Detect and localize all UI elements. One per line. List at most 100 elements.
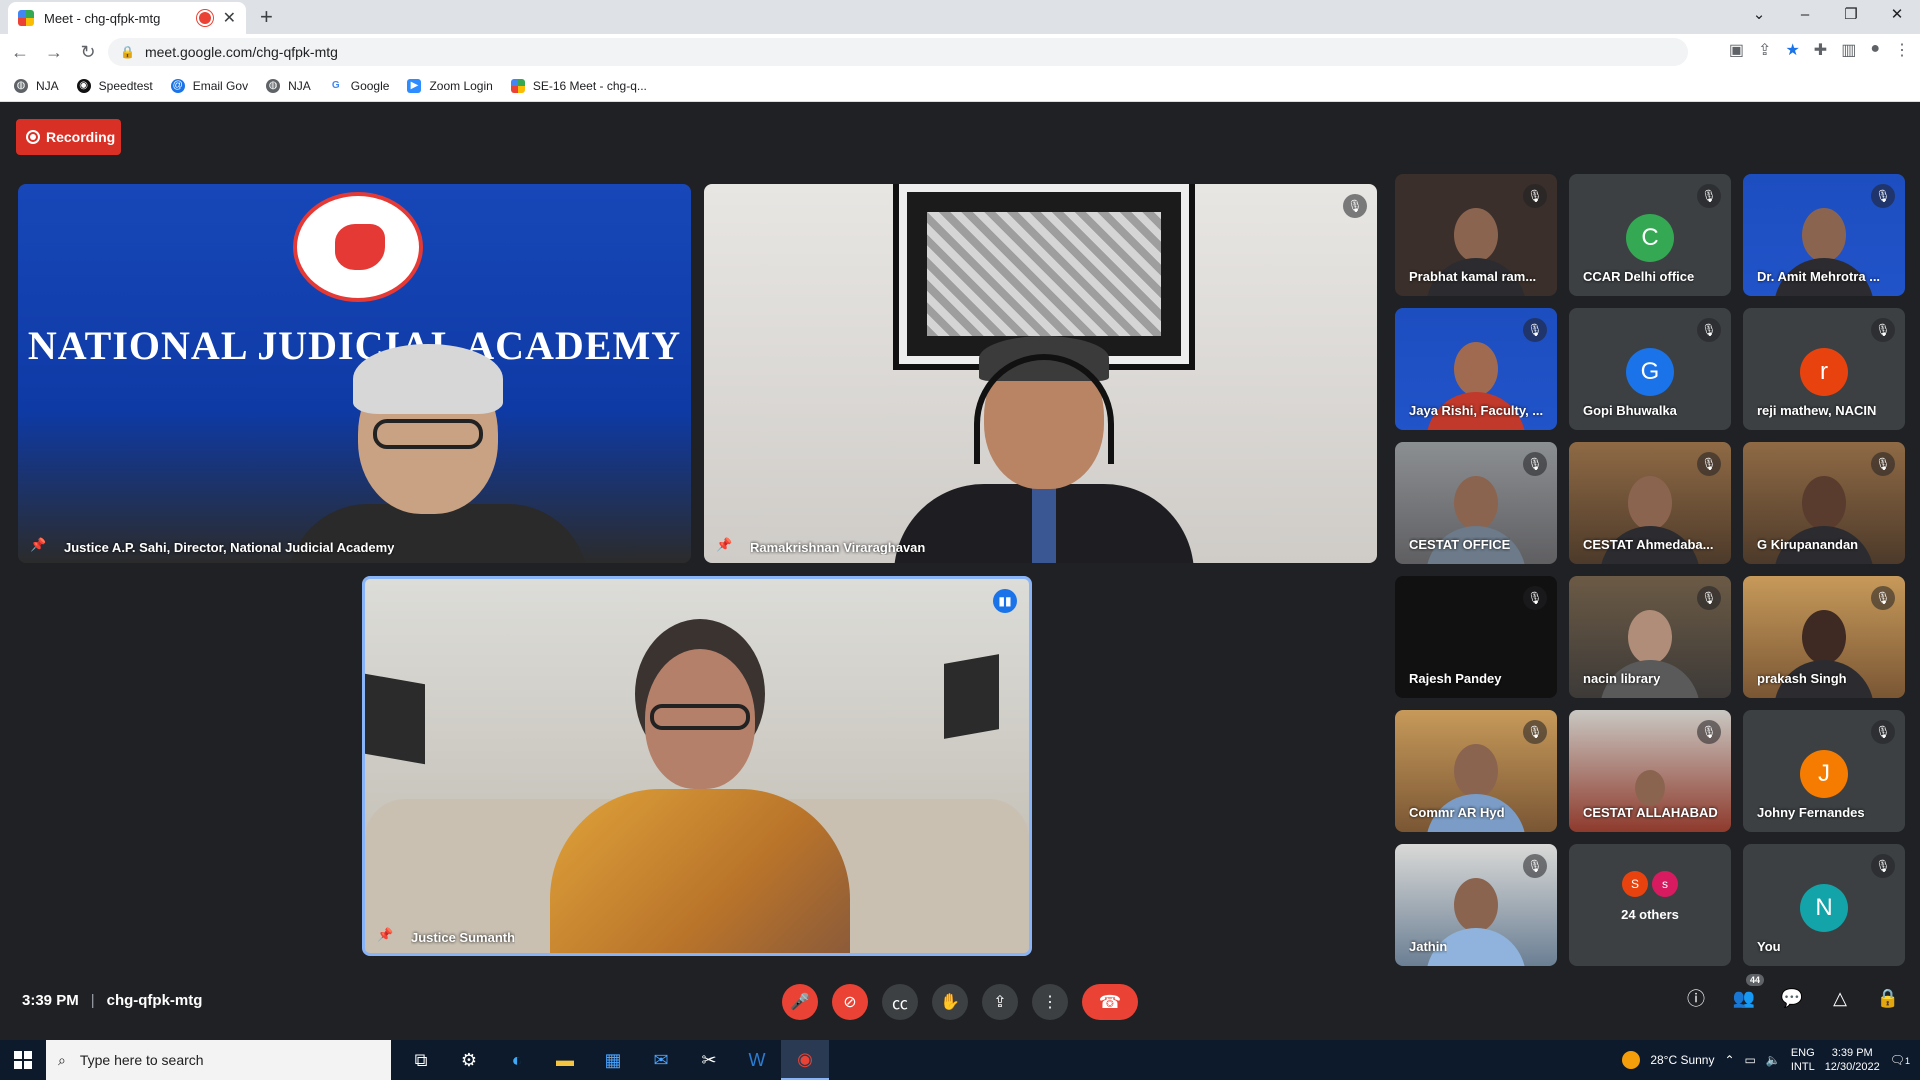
bookmark-speedtest[interactable]: ◉ Speedtest xyxy=(76,78,153,93)
task-view-icon[interactable]: ⧉ xyxy=(397,1040,445,1080)
participant-tile-small[interactable]: 🎙 Rajesh Pandey xyxy=(1395,576,1557,698)
participant-tile-small[interactable]: 🎙 CESTAT OFFICE xyxy=(1395,442,1557,564)
weather-text[interactable]: 28°C Sunny xyxy=(1650,1053,1714,1067)
lock-icon[interactable]: 🔒 xyxy=(120,45,135,59)
chrome-icon[interactable]: ◉ xyxy=(781,1040,829,1080)
participant-tile-small[interactable]: 🎙 prakash Singh xyxy=(1743,576,1905,698)
participant-tile-small[interactable]: C 🎙 CCAR Delhi office xyxy=(1569,174,1731,296)
self-tile[interactable]: N 🎙 You xyxy=(1743,844,1905,966)
participant-tile-small[interactable]: 🎙 G Kirupanandan xyxy=(1743,442,1905,564)
side-panel-icon[interactable]: ▥ xyxy=(1841,40,1856,60)
participant-tile-small[interactable]: 🎙 Dr. Amit Mehrotra ... xyxy=(1743,174,1905,296)
captions-button[interactable]: ㏄ xyxy=(882,984,918,1020)
participant-name: Dr. Amit Mehrotra ... xyxy=(1757,269,1881,284)
record-icon xyxy=(26,130,40,144)
share-icon[interactable]: ⇪ xyxy=(1758,40,1771,60)
participant-video xyxy=(288,334,588,563)
language-code: ENG xyxy=(1790,1047,1815,1059)
mail-icon[interactable]: ✉ xyxy=(637,1040,685,1080)
activities-icon[interactable]: △ xyxy=(1828,986,1852,1010)
bookmark-se16-meet[interactable]: SE-16 Meet - chg-q... xyxy=(510,78,647,93)
store-icon[interactable]: ▦ xyxy=(589,1040,637,1080)
others-count: 24 others xyxy=(1621,906,1679,922)
mic-off-icon: 🎙 xyxy=(1871,452,1895,476)
present-button[interactable]: ⇪ xyxy=(982,984,1018,1020)
word-icon[interactable]: W xyxy=(733,1040,781,1080)
pin-icon[interactable]: 📌 xyxy=(377,927,393,943)
participant-tile-small[interactable]: 🎙 CESTAT Ahmedaba... xyxy=(1569,442,1731,564)
participant-tile-small[interactable]: 🎙 Prabhat kamal ram... xyxy=(1395,174,1557,296)
taskbar-clock[interactable]: 3:39 PM 12/30/2022 xyxy=(1825,1046,1880,1074)
close-tab-icon[interactable]: ✕ xyxy=(223,8,236,28)
restore-button[interactable]: ❐ xyxy=(1828,0,1874,30)
participant-tile-small[interactable]: 🎙 Commr AR Hyd xyxy=(1395,710,1557,832)
camera-in-use-icon[interactable]: ▣ xyxy=(1729,40,1744,60)
mic-toggle-button[interactable]: 🎤 xyxy=(782,984,818,1020)
participant-name: nacin library xyxy=(1583,671,1661,686)
others-tile[interactable]: S s 24 others xyxy=(1569,844,1731,966)
chat-icon[interactable]: 💬 xyxy=(1780,986,1804,1010)
weather-icon[interactable] xyxy=(1622,1051,1641,1069)
bookmark-nja[interactable]: ◍ NJA xyxy=(14,78,59,93)
pin-icon[interactable]: 📌 xyxy=(716,537,732,553)
mic-off-icon: 🎙 xyxy=(1871,854,1895,878)
menu-icon[interactable]: ⋮ xyxy=(1894,40,1910,60)
speaker-icon[interactable]: 🔈 xyxy=(1766,1053,1781,1067)
back-icon[interactable]: ← xyxy=(6,42,34,63)
chevron-up-icon[interactable]: ⌃ xyxy=(1724,1053,1734,1067)
participant-tile-ramakrishnan[interactable]: 🎙 📌 Ramakrishnan Viraraghavan xyxy=(704,184,1377,563)
close-window-button[interactable]: ✕ xyxy=(1874,0,1920,30)
participant-tile-small[interactable]: 🎙 nacin library xyxy=(1569,576,1731,698)
start-button[interactable] xyxy=(0,1040,46,1080)
camera-toggle-button[interactable]: ⊘ xyxy=(832,984,868,1020)
url-input[interactable]: 🔒 meet.google.com/chg-qfpk-mtg xyxy=(108,38,1688,66)
new-tab-button[interactable]: + xyxy=(260,4,273,30)
participant-tile-small[interactable]: J 🎙 Johny Fernandes xyxy=(1743,710,1905,832)
extensions-icon[interactable]: ✚ xyxy=(1814,40,1827,60)
tab-search-button[interactable]: ⌄ xyxy=(1736,0,1782,30)
pin-icon[interactable]: 📌 xyxy=(30,537,46,553)
leave-call-button[interactable]: ☎ xyxy=(1082,984,1138,1020)
file-explorer-icon[interactable]: ▬ xyxy=(541,1040,589,1080)
participant-name: Justice A.P. Sahi, Director, National Ju… xyxy=(64,540,395,555)
network-icon[interactable]: ▭ xyxy=(1745,1053,1756,1067)
call-controls-bar: 3:39 PM | chg-qfpk-mtg 🎤 ⊘ ㏄ ✋ ⇪ ⋮ ☎ ⓘ 👥… xyxy=(0,968,1920,1040)
bookmark-google[interactable]: G Google xyxy=(328,78,389,93)
bookmark-email-gov[interactable]: @ Email Gov xyxy=(170,78,248,93)
participant-tile-small[interactable]: 🎙 Jaya Rishi, Faculty, ... xyxy=(1395,308,1557,430)
profile-icon[interactable]: ● xyxy=(1870,40,1880,60)
participant-tile-small[interactable]: 🎙 CESTAT ALLAHABAD xyxy=(1569,710,1731,832)
participant-tile-small[interactable]: r 🎙 reji mathew, NACIN xyxy=(1743,308,1905,430)
speedtest-icon: ◉ xyxy=(76,78,91,93)
mic-off-icon: 🎙 xyxy=(1523,854,1547,878)
host-controls-icon[interactable]: 🔒 xyxy=(1876,986,1900,1010)
bookmark-star-icon[interactable]: ★ xyxy=(1785,40,1799,60)
minimize-button[interactable]: – xyxy=(1782,0,1828,30)
bookmark-zoom-login[interactable]: ▶ Zoom Login xyxy=(407,78,493,93)
raise-hand-button[interactable]: ✋ xyxy=(932,984,968,1020)
taskbar-search-input[interactable]: ⌕ Type here to search xyxy=(46,1040,391,1080)
recording-badge[interactable]: Recording xyxy=(16,119,121,155)
reload-icon[interactable]: ↻ xyxy=(74,42,102,63)
snipping-tool-icon[interactable]: ✂ xyxy=(685,1040,733,1080)
tab-meet[interactable]: Meet - chg-qfpk-mtg ✕ xyxy=(8,2,246,34)
meeting-code: chg-qfpk-mtg xyxy=(106,992,203,1009)
notifications-icon[interactable]: 🗨1 xyxy=(1890,1053,1910,1067)
participant-name: Justice Sumanth xyxy=(411,930,516,945)
edge-icon[interactable]: ◐ xyxy=(493,1040,541,1080)
participant-tile-small[interactable]: 🎙 Jathin xyxy=(1395,844,1557,966)
bookmark-nja-2[interactable]: ◍ NJA xyxy=(266,78,311,93)
people-icon[interactable]: 👥 44 xyxy=(1732,974,1764,1010)
language-indicator[interactable]: ENG INTL xyxy=(1791,1046,1815,1074)
participant-tile-sumanth[interactable]: ▮▮ 📌 Justice Sumanth xyxy=(362,576,1032,956)
participant-tile-sahi[interactable]: NATIONAL JUDICIAL ACADEMY 📌 Justice A.P.… xyxy=(18,184,691,563)
forward-icon[interactable]: → xyxy=(40,42,68,63)
participant-tile-small[interactable]: G 🎙 Gopi Bhuwalka xyxy=(1569,308,1731,430)
others-avatars: S s xyxy=(1622,870,1678,897)
clock-date: 12/30/2022 xyxy=(1824,1061,1880,1073)
more-options-button[interactable]: ⋮ xyxy=(1032,984,1068,1020)
settings-icon[interactable]: ⚙ xyxy=(445,1040,493,1080)
meeting-details-icon[interactable]: ⓘ xyxy=(1684,986,1708,1010)
mic-off-icon: 🎙 xyxy=(1523,452,1547,476)
mic-off-icon: 🎙 xyxy=(1871,586,1895,610)
